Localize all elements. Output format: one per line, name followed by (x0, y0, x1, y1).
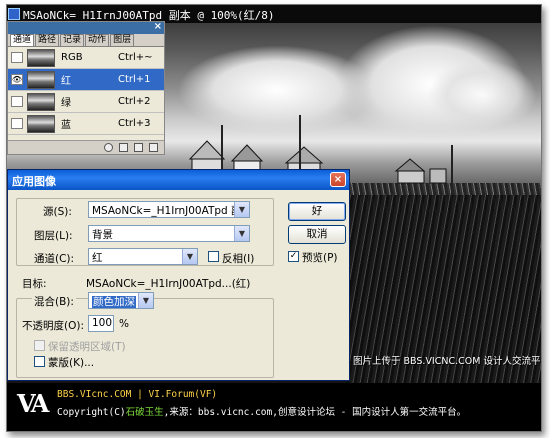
channel-label: 通道(C): (34, 253, 75, 265)
load-selection-icon[interactable] (104, 143, 113, 152)
close-icon[interactable]: × (154, 21, 162, 32)
copyright-suffix: ,来源：bbs.vicnc.com,创意设计论坛 - 国内设计人第一交流平台。 (163, 407, 467, 418)
target-value: MSAoNCk=_H1IrnJ00ATpd...(红) (86, 278, 251, 290)
channel-name: RGB (61, 52, 83, 63)
channel-select[interactable]: 红 ▼ (88, 248, 198, 265)
visibility-toggle[interactable] (11, 96, 23, 107)
channel-name: 红 (61, 76, 71, 87)
tab-history[interactable]: 记录 (60, 34, 85, 46)
preview-label: 预览(P) (302, 252, 338, 264)
layer-label: 图层(L): (34, 230, 73, 242)
invert-label: 反相(I) (222, 253, 255, 265)
channel-name: 蓝 (61, 120, 71, 131)
panel-title-bar[interactable]: × (8, 21, 164, 34)
close-button[interactable]: × (330, 172, 346, 187)
trash-icon[interactable] (149, 143, 158, 152)
banner-line-1: BBS.VIcnc.COM | VI.Forum(VF) (57, 389, 218, 400)
author-name: 石破玉生 (125, 407, 164, 418)
preserve-transparency-label: 保留透明区域(T) (48, 341, 126, 353)
channel-shortcut: Ctrl+2 (118, 96, 151, 107)
apply-image-dialog: 应用图像 × 源(S): MSAoNCk=_H1IrnJ00ATpd 副本 ▼ … (7, 169, 350, 381)
eye-icon[interactable]: 👁 (11, 74, 23, 85)
channel-row-green[interactable]: 绿 Ctrl+2 (8, 91, 164, 113)
source-value: MSAoNCk=_H1IrnJ00ATpd 副本 (92, 205, 250, 217)
layer-value: 背景 (92, 229, 113, 241)
source-label: 源(S): (43, 206, 72, 218)
chevron-down-icon: ▼ (182, 249, 197, 264)
channel-name: 绿 (61, 98, 71, 109)
tab-layers[interactable]: 图层 (110, 34, 135, 46)
photo-watermark: 图片上传于 BBS.VICNC.COM 设计人交流平台 (353, 356, 542, 367)
save-selection-icon[interactable] (119, 143, 128, 152)
tab-channels[interactable]: 通道 (10, 34, 35, 46)
channel-shortcut: Ctrl+~ (118, 52, 153, 63)
chevron-down-icon: ▼ (234, 202, 249, 217)
dialog-title: 应用图像 (12, 175, 56, 188)
mask-checkbox[interactable] (34, 356, 45, 367)
dialog-title-bar[interactable]: 应用图像 × (8, 170, 349, 190)
channel-value: 红 (92, 252, 103, 264)
panel-bottom-toolbar (8, 140, 164, 154)
preserve-transparency-checkbox[interactable] (34, 340, 45, 351)
chevron-down-icon: ▼ (234, 226, 249, 241)
ok-button[interactable]: 好 (288, 202, 346, 221)
target-label: 目标: (22, 278, 47, 290)
channel-row-rgb[interactable]: RGB Ctrl+~ (8, 47, 164, 69)
tab-paths[interactable]: 路径 (35, 34, 60, 46)
channel-thumbnail (27, 48, 55, 67)
tab-actions[interactable]: 动作 (85, 34, 110, 46)
cancel-button[interactable]: 取消 (288, 225, 346, 244)
mask-label: 蒙版(K)... (48, 357, 95, 369)
preview-checkbox[interactable]: ✓ (288, 251, 299, 262)
channel-shortcut: Ctrl+1 (118, 74, 151, 85)
blend-value: 颜色加深 (92, 296, 136, 308)
copyright-prefix: Copyright(C) (57, 407, 126, 418)
banner-line-2: Copyright(C)石破玉生,来源：bbs.vicnc.com,创意设计论坛… (57, 404, 466, 418)
photoshop-icon (8, 8, 20, 20)
channel-row-red[interactable]: 👁 红 Ctrl+1 (8, 69, 164, 91)
screenshot-frame: MSAoNCk=_H1IrnJ00ATpd 副本 @ 100%(红/8) × 通… (6, 4, 542, 432)
forum-logo: VA (17, 389, 49, 418)
chevron-down-icon: ▼ (138, 293, 153, 308)
blend-select[interactable]: 颜色加深 ▼ (88, 292, 154, 309)
invert-checkbox[interactable] (208, 251, 219, 262)
channel-thumbnail (27, 114, 55, 133)
layer-select[interactable]: 背景 ▼ (88, 225, 250, 242)
opacity-label: 不透明度(O): (22, 320, 84, 332)
channel-thumbnail (27, 92, 55, 111)
visibility-toggle[interactable] (11, 118, 23, 129)
channel-thumbnail (27, 70, 55, 89)
visibility-toggle[interactable] (11, 52, 23, 63)
channel-row-blue[interactable]: 蓝 Ctrl+3 (8, 113, 164, 135)
channels-panel: × 通道 路径 记录 动作 图层 RGB Ctrl+~ 👁 红 Ctrl+1 绿… (7, 21, 165, 155)
blend-label: 混合(B): (32, 294, 76, 309)
forum-banner: VA BBS.VIcnc.COM | VI.Forum(VF) Copyrigh… (7, 383, 541, 431)
source-select[interactable]: MSAoNCk=_H1IrnJ00ATpd 副本 ▼ (88, 201, 250, 218)
panel-tabs: 通道 路径 记录 动作 图层 (8, 34, 164, 47)
opacity-input[interactable]: 100 (88, 315, 114, 332)
channel-shortcut: Ctrl+3 (118, 118, 151, 129)
new-channel-icon[interactable] (134, 143, 143, 152)
opacity-unit: % (119, 318, 129, 330)
